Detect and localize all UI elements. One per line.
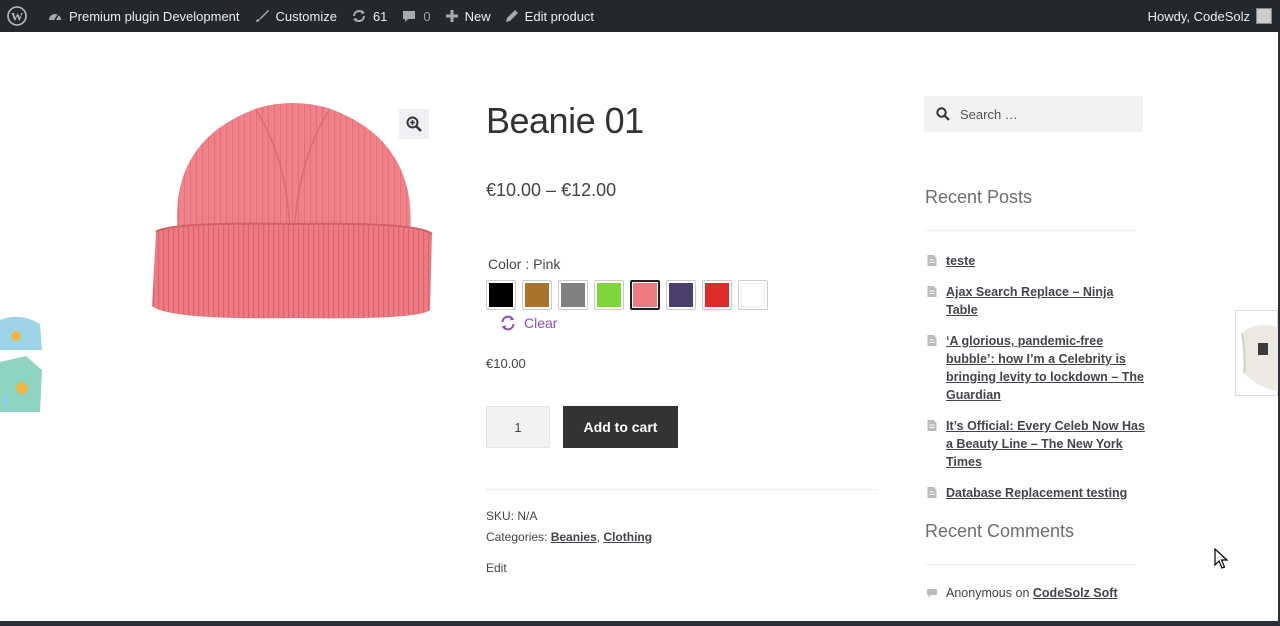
my-account-link[interactable]: Howdy, CodeSolz bbox=[1148, 0, 1280, 32]
recent-post-item: teste bbox=[926, 252, 1146, 270]
search-icon bbox=[936, 107, 950, 121]
customize-label: Customize bbox=[275, 8, 337, 24]
window-edge bbox=[0, 621, 1280, 626]
recent-post-item: Ajax Search Replace – Ninja Table bbox=[926, 283, 1146, 319]
site-name-link[interactable]: Premium plugin Development bbox=[40, 0, 247, 32]
product-image[interactable] bbox=[148, 100, 434, 320]
color-attribute-label: Color : Pink bbox=[488, 256, 561, 272]
customize-link[interactable]: Customize bbox=[247, 0, 344, 32]
recent-post-link[interactable]: ‘A glorious, pandemic-free bubble’: how … bbox=[946, 332, 1146, 404]
swatch-color-fill bbox=[489, 283, 513, 307]
recent-post-item: It’s Official: Every Celeb Now Has a Bea… bbox=[926, 417, 1146, 471]
beanie-image bbox=[152, 103, 433, 319]
swatch-color-fill bbox=[525, 283, 549, 307]
categories-label: Categories: bbox=[486, 530, 548, 544]
comments-count: 0 bbox=[423, 8, 431, 24]
new-label: New bbox=[464, 8, 491, 24]
pencil-icon bbox=[505, 10, 518, 22]
swatch-color-fill bbox=[741, 283, 765, 307]
new-content-link[interactable]: New bbox=[438, 0, 498, 32]
category-link-beanies[interactable]: Beanies bbox=[551, 530, 597, 544]
comment-on: on bbox=[1015, 586, 1030, 600]
divider bbox=[486, 489, 878, 490]
search-placeholder: Search … bbox=[960, 106, 1018, 122]
recent-post-link[interactable]: It’s Official: Every Celeb Now Has a Bea… bbox=[946, 417, 1146, 471]
plus-icon bbox=[445, 10, 458, 22]
comment-post-link[interactable]: CodeSolz Soft bbox=[1033, 586, 1118, 600]
swatch-color-fill bbox=[669, 283, 693, 307]
updates-icon bbox=[352, 10, 365, 22]
document-icon bbox=[927, 335, 937, 346]
swatch-color-fill bbox=[561, 283, 585, 307]
document-icon bbox=[927, 255, 937, 266]
quantity-input[interactable] bbox=[486, 406, 550, 448]
dashboard-icon bbox=[49, 14, 61, 21]
add-to-cart-button[interactable]: Add to cart bbox=[563, 406, 678, 448]
admin-bar: W Premium plugin Development Customize 6… bbox=[0, 0, 1280, 32]
howdy-label: Howdy, CodeSolz bbox=[1147, 8, 1250, 24]
recent-post-link[interactable]: teste bbox=[946, 252, 975, 270]
document-icon bbox=[927, 420, 937, 431]
beanie-thumbnail-image bbox=[1241, 325, 1278, 391]
recent-post-item: Database Replacement testing bbox=[926, 484, 1146, 502]
svg-text:W: W bbox=[11, 10, 23, 24]
thumbnail-right[interactable] bbox=[1235, 310, 1278, 396]
recent-posts-list: teste Ajax Search Replace – Ninja Table ‘A… bbox=[926, 252, 1146, 515]
swatch-color-fill bbox=[597, 283, 621, 307]
category-link-clothing[interactable]: Clothing bbox=[603, 530, 652, 544]
mouse-cursor-icon bbox=[1214, 548, 1228, 569]
document-icon bbox=[927, 286, 937, 297]
edit-link[interactable]: Edit bbox=[486, 561, 507, 575]
refresh-icon bbox=[501, 315, 515, 331]
updates-link[interactable]: 61 bbox=[344, 0, 394, 32]
recent-post-link[interactable]: Database Replacement testing bbox=[946, 484, 1127, 502]
color-swatch-red[interactable] bbox=[702, 280, 732, 310]
color-swatches bbox=[486, 280, 768, 310]
search-field[interactable]: Search … bbox=[924, 96, 1143, 132]
comment-bubble-icon bbox=[403, 11, 416, 22]
recent-comments-list: Anonymous on CodeSolz Soft bbox=[926, 585, 1166, 613]
avatar bbox=[1256, 8, 1272, 24]
product-meta: SKU: N/A Categories: Beanies, Clothing bbox=[486, 506, 652, 548]
color-swatch-black[interactable] bbox=[486, 280, 516, 310]
wordpress-logo-button[interactable]: W bbox=[0, 0, 40, 32]
brush-icon bbox=[255, 10, 269, 22]
clear-selection-link[interactable]: Clear bbox=[500, 315, 557, 331]
updates-count: 61 bbox=[372, 8, 388, 24]
color-swatch-white[interactable] bbox=[738, 280, 768, 310]
magnifier-plus-icon bbox=[406, 116, 422, 132]
recent-post-item: ‘A glorious, pandemic-free bubble’: how … bbox=[926, 332, 1146, 404]
hoodie-thumbnail-image bbox=[0, 310, 43, 418]
comments-link[interactable]: 0 bbox=[394, 0, 437, 32]
comment-item: Anonymous on CodeSolz Soft bbox=[926, 585, 1166, 601]
zoom-button[interactable] bbox=[399, 109, 429, 139]
document-icon bbox=[927, 487, 937, 498]
swatch-color-fill bbox=[633, 283, 657, 307]
product-title: Beanie 01 bbox=[486, 100, 644, 141]
comment-icon bbox=[927, 589, 937, 598]
site-name-label: Premium plugin Development bbox=[69, 8, 240, 24]
wordpress-icon: W bbox=[7, 6, 27, 26]
recent-posts-title: Recent Posts bbox=[925, 187, 1033, 207]
categories-line: Categories: Beanies, Clothing bbox=[486, 530, 653, 544]
color-swatch-brown[interactable] bbox=[522, 280, 552, 310]
divider bbox=[925, 230, 1135, 231]
color-swatch-green[interactable] bbox=[594, 280, 624, 310]
color-swatch-purple[interactable] bbox=[666, 280, 696, 310]
recent-comments-title: Recent Comments bbox=[925, 521, 1075, 541]
divider bbox=[925, 564, 1135, 565]
comment-author: Anonymous bbox=[946, 586, 1013, 600]
variation-price: €10.00 bbox=[486, 356, 526, 371]
recent-post-link[interactable]: Ajax Search Replace – Ninja Table bbox=[946, 283, 1146, 319]
swatch-color-fill bbox=[705, 283, 729, 307]
color-swatch-gray[interactable] bbox=[558, 280, 588, 310]
clear-label: Clear bbox=[524, 315, 558, 331]
edit-product-label: Edit product bbox=[524, 8, 595, 24]
thumbnail-left[interactable] bbox=[0, 310, 43, 418]
color-swatch-pink[interactable] bbox=[630, 280, 660, 310]
edit-product-link[interactable]: Edit product bbox=[498, 0, 601, 32]
sku-line: SKU: N/A bbox=[486, 509, 538, 523]
product-price-range: €10.00 – €12.00 bbox=[486, 180, 617, 200]
